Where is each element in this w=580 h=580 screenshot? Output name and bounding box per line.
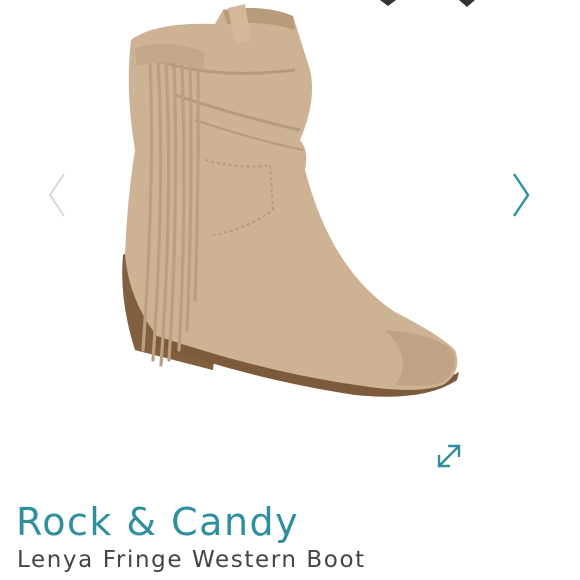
expand-icon[interactable] bbox=[433, 440, 465, 472]
brand-name[interactable]: Rock & Candy bbox=[16, 500, 299, 544]
product-image-carousel[interactable] bbox=[0, 0, 580, 490]
chevron-right-icon[interactable] bbox=[510, 170, 534, 220]
product-image bbox=[122, 4, 459, 397]
product-name: Lenya Fringe Western Boot bbox=[17, 547, 366, 573]
chevron-left-icon[interactable] bbox=[44, 170, 68, 220]
